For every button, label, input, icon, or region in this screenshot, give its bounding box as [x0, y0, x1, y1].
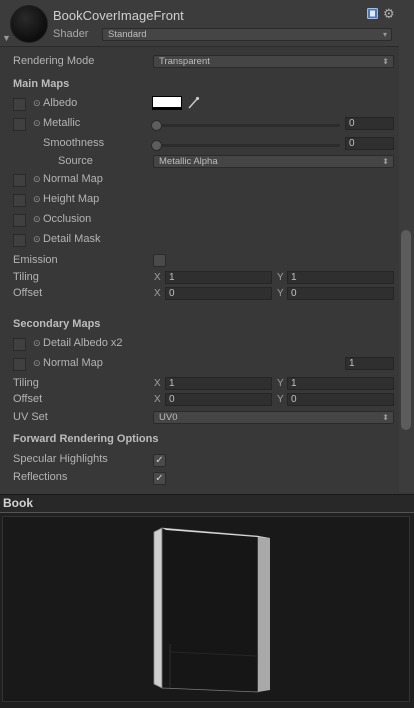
shader-label: Shader [53, 28, 89, 40]
secondary-normal-scale-field[interactable]: 1 [345, 357, 394, 370]
normal-map-label: Normal Map [43, 173, 103, 185]
offset-y-field[interactable]: 0 [287, 287, 394, 300]
normal-map-picker-icon[interactable]: ⊙ [33, 174, 41, 185]
metallic-picker-icon[interactable]: ⊙ [33, 118, 41, 129]
uv-set-value: UV0 [159, 412, 178, 423]
height-map-texture-slot[interactable] [13, 194, 26, 207]
secondary-offset-label: Offset [13, 393, 43, 405]
help-book-icon[interactable] [367, 8, 378, 19]
check-icon: ✓ [155, 473, 164, 484]
updown-arrow-icon: ⬍ [382, 157, 389, 166]
secondary-normal-map-texture-slot[interactable] [13, 358, 26, 371]
smoothness-value-field[interactable]: 0 [345, 137, 394, 150]
updown-arrow-icon: ⬍ [382, 413, 389, 422]
secondary-offset-x-label: X [154, 394, 161, 405]
secondary-maps-heading: Secondary Maps [13, 318, 101, 330]
tiling-y-field[interactable]: 1 [287, 271, 394, 284]
reflections-label: Reflections [13, 471, 68, 483]
metallic-value-field[interactable]: 0 [345, 117, 394, 130]
tiling-label: Tiling [13, 271, 39, 283]
gear-icon[interactable]: ⚙ [383, 6, 395, 22]
height-map-label: Height Map [43, 193, 100, 205]
preview-header[interactable] [0, 494, 414, 512]
specular-highlights-checkbox[interactable]: ✓ [153, 454, 166, 467]
offset-label: Offset [13, 287, 43, 299]
check-icon: ✓ [155, 455, 164, 466]
tiling-x-label: X [154, 272, 161, 283]
secondary-tiling-y-field[interactable]: 1 [287, 377, 394, 390]
uv-set-label: UV Set [13, 411, 48, 423]
height-map-picker-icon[interactable]: ⊙ [33, 194, 41, 205]
updown-arrow-icon: ⬍ [382, 57, 389, 66]
secondary-tiling-x-field[interactable]: 1 [165, 377, 272, 390]
detail-mask-picker-icon[interactable]: ⊙ [33, 234, 41, 245]
secondary-tiling-x-label: X [154, 378, 161, 389]
forward-rendering-heading: Forward Rendering Options [13, 433, 159, 445]
detail-albedo-label: Detail Albedo x2 [43, 337, 123, 349]
rendering-mode-label: Rendering Mode [13, 55, 95, 67]
secondary-offset-y-label: Y [277, 394, 284, 405]
foldout-arrow-icon[interactable]: ▼ [2, 33, 11, 43]
secondary-offset-x-field[interactable]: 0 [165, 393, 272, 406]
shader-value: Standard [108, 29, 147, 40]
book-3d-model[interactable] [140, 524, 280, 694]
source-label: Source [58, 155, 93, 167]
occlusion-label: Occlusion [43, 213, 92, 225]
metallic-label: Metallic [43, 117, 81, 129]
rendering-mode-value: Transparent [159, 56, 210, 67]
secondary-tiling-y-label: Y [277, 378, 284, 389]
metallic-slider-handle[interactable] [151, 120, 162, 131]
specular-highlights-label: Specular Highlights [13, 453, 108, 465]
albedo-picker-icon[interactable]: ⊙ [33, 98, 41, 109]
albedo-texture-slot[interactable] [13, 98, 26, 111]
offset-x-field[interactable]: 0 [165, 287, 272, 300]
metallic-texture-slot[interactable] [13, 118, 26, 131]
albedo-color-swatch[interactable] [152, 96, 182, 110]
secondary-normal-map-picker-icon[interactable]: ⊙ [33, 358, 41, 369]
offset-y-label: Y [277, 288, 284, 299]
detail-albedo-picker-icon[interactable]: ⊙ [33, 338, 41, 349]
detail-albedo-texture-slot[interactable] [13, 338, 26, 351]
detail-mask-texture-slot[interactable] [13, 234, 26, 247]
smoothness-slider-track[interactable] [155, 144, 340, 147]
material-name: BookCoverImageFront [53, 8, 184, 23]
secondary-normal-map-label: Normal Map [43, 357, 103, 369]
eyedropper-icon[interactable] [186, 96, 200, 110]
source-value: Metallic Alpha [159, 156, 218, 167]
main-maps-heading: Main Maps [13, 78, 70, 90]
preview-title: Book [3, 496, 33, 510]
emission-checkbox[interactable] [153, 254, 166, 267]
reflections-checkbox[interactable]: ✓ [153, 472, 166, 485]
material-preview-sphere[interactable] [10, 5, 48, 43]
shader-dropdown[interactable]: Standard ▾ [102, 28, 392, 41]
tiling-x-field[interactable]: 1 [165, 271, 272, 284]
detail-mask-label: Detail Mask [43, 233, 101, 245]
occlusion-picker-icon[interactable]: ⊙ [33, 214, 41, 225]
secondary-tiling-label: Tiling [13, 377, 39, 389]
offset-x-label: X [154, 288, 161, 299]
inspector-scrollbar-thumb[interactable] [401, 230, 411, 430]
source-dropdown[interactable]: Metallic Alpha ⬍ [153, 155, 394, 168]
metallic-slider-track[interactable] [155, 124, 340, 127]
tiling-y-label: Y [277, 272, 284, 283]
secondary-offset-y-field[interactable]: 0 [287, 393, 394, 406]
smoothness-label: Smoothness [43, 137, 105, 149]
occlusion-texture-slot[interactable] [13, 214, 26, 227]
smoothness-slider-handle[interactable] [151, 140, 162, 151]
chevron-down-icon: ▾ [382, 30, 387, 39]
rendering-mode-dropdown[interactable]: Transparent ⬍ [153, 55, 394, 68]
albedo-label: Albedo [43, 97, 78, 109]
normal-map-texture-slot[interactable] [13, 174, 26, 187]
emission-label: Emission [13, 254, 58, 266]
uv-set-dropdown[interactable]: UV0 ⬍ [153, 411, 394, 424]
